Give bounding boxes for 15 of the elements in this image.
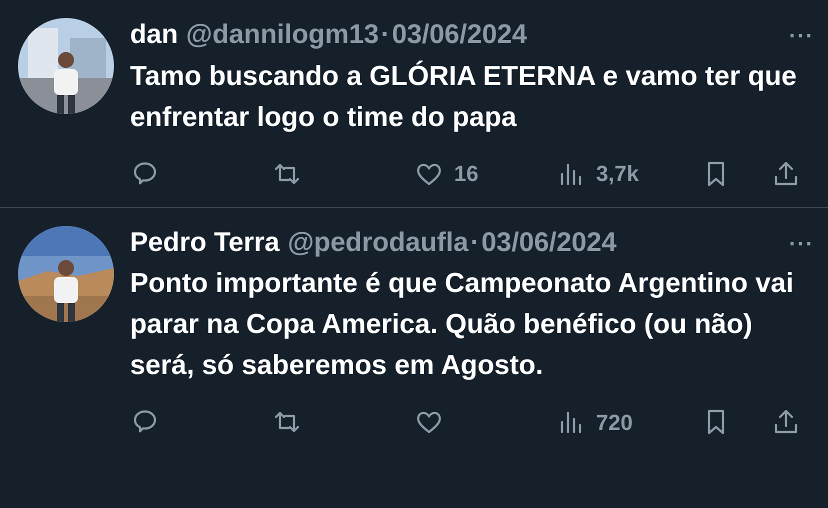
separator-dot: · — [470, 226, 480, 258]
view-count: 3,7k — [596, 160, 639, 188]
like-count: 16 — [454, 160, 478, 188]
separator-dot: · — [380, 18, 390, 51]
tweet-text: Ponto importante é que Campeonato Argentino vai parar na Copa America. Quão benéfico (ou não) será, só saberemos em Agosto. — [130, 266, 795, 382]
tweet-date[interactable]: 03/06/2024 — [392, 14, 528, 54]
tweet-text: Tamo buscando a GLÓRIA ETERNA e vamo ter que enfrentar logo o time do papa — [130, 58, 798, 134]
more-options-button[interactable]: ··· — [789, 226, 814, 260]
user-name[interactable]: dan — [130, 14, 178, 54]
user-handle[interactable]: @dannilogm13 — [186, 14, 379, 54]
view-count: 720 — [596, 408, 633, 436]
more-options-button[interactable]: ··· — [789, 19, 814, 52]
tweet-date[interactable]: 03/06/2024 — [481, 222, 617, 262]
user-name[interactable]: Pedro Terra — [130, 222, 280, 262]
user-handle[interactable]: @pedrodaufla — [288, 222, 468, 262]
